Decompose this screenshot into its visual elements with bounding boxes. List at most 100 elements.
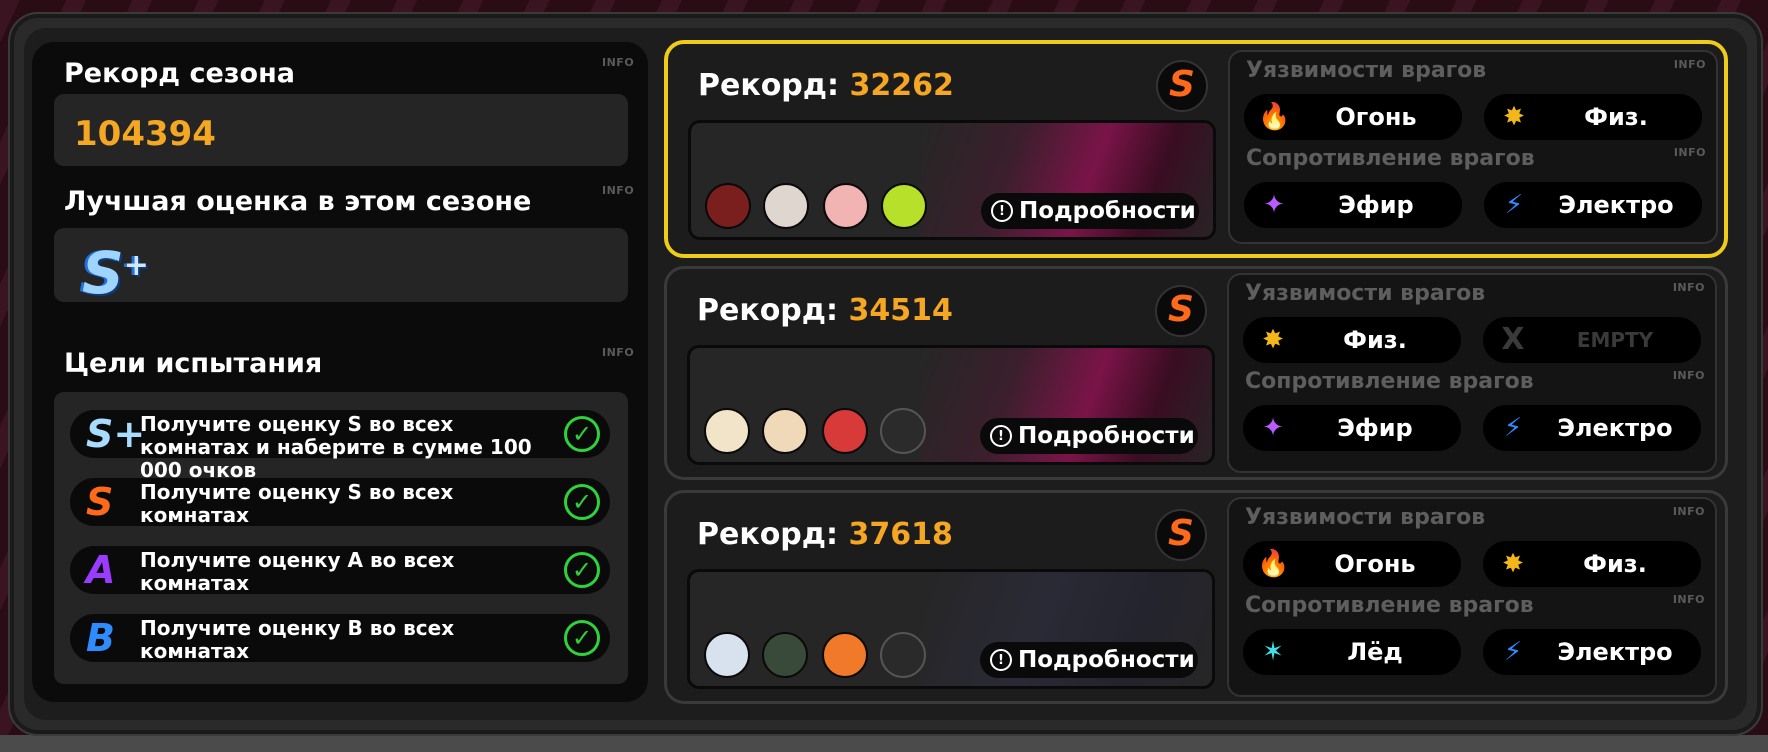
goals-title: Цели испытания (64, 348, 323, 379)
avatar (704, 632, 750, 678)
details-button[interactable]: ! Подробности (981, 193, 1199, 229)
season-summary-panel: Рекорд сезона INFO 104394 Лучшая оценка … (32, 42, 648, 702)
info-button[interactable]: INFO (1674, 146, 1706, 159)
element-name: Физ. (1583, 550, 1647, 578)
rank-s-icon: S (1155, 509, 1207, 561)
info-button[interactable]: INFO (1673, 369, 1705, 382)
weakness-title: Уязвимости врагов (1246, 58, 1487, 83)
physical-icon: ✸ (1262, 325, 1284, 355)
info-button[interactable]: INFO (1673, 281, 1705, 294)
goals-list: S+ Получите оценку S во всех комнатах и … (54, 392, 628, 684)
alert-icon: ! (990, 425, 1012, 447)
best-grade-box: S+ (54, 228, 628, 307)
physical-icon: ✸ (1503, 102, 1525, 132)
details-label: Подробности (1018, 423, 1195, 449)
weakness-pill: 🔥 Огонь (1244, 94, 1462, 140)
avatar (762, 408, 808, 454)
check-icon: ✓ (564, 484, 600, 520)
enemy-elements-panel: Уязвимости врагов INFO 🔥 Огонь ✸ Физ. Со… (1227, 497, 1717, 697)
grade-b-icon: B (86, 616, 115, 660)
details-label: Подробности (1018, 647, 1195, 673)
grade-a-icon: A (86, 548, 116, 592)
grade-splus-icon: S+ (86, 412, 146, 456)
challenge-card-2[interactable]: Рекорд: 34514 S ! Подробности Уязвимости… (664, 266, 1728, 480)
check-icon: ✓ (564, 552, 600, 588)
avatar (762, 632, 808, 678)
season-record-value: 104394 (74, 114, 216, 154)
resistance-pill: ⚡ Электро (1483, 405, 1701, 451)
resistance-pill: ✶ Лёд (1243, 629, 1461, 675)
details-label: Подробности (1019, 198, 1196, 224)
enemy-elements-panel: Уязвимости врагов INFO 🔥 Огонь ✸ Физ. Со… (1228, 50, 1718, 244)
alert-icon: ! (991, 200, 1013, 222)
avatar (822, 408, 868, 454)
goal-text: Получите оценку A во всех комнатах (140, 548, 455, 595)
goal-text: Получите оценку S во всех комнатах (140, 480, 454, 527)
info-button[interactable]: INFO (1673, 505, 1705, 518)
element-name: Лёд (1347, 638, 1403, 666)
element-name: EMPTY (1576, 328, 1654, 352)
electric-icon: ⚡ (1503, 413, 1523, 443)
goal-item: B Получите оценку B во всех комнатах ✓ (70, 614, 610, 663)
goal-text: Получите оценку S во всех комнатах и наб… (140, 412, 532, 482)
weakness-pill: ✸ Физ. (1484, 94, 1702, 140)
element-name: Электро (1557, 638, 1673, 666)
resistance-title: Сопротивление врагов (1246, 146, 1535, 171)
avatar (704, 408, 750, 454)
info-button[interactable]: INFO (1674, 58, 1706, 71)
resistance-title: Сопротивление врагов (1245, 369, 1534, 394)
goal-item: A Получите оценку A во всех комнатах ✓ (70, 546, 610, 595)
element-name: Эфир (1338, 191, 1414, 219)
challenge-card-3[interactable]: Рекорд: 37618 S ! Подробности Уязвимости… (664, 490, 1728, 704)
info-button[interactable]: INFO (1673, 593, 1705, 606)
weakness-title: Уязвимости врагов (1245, 505, 1486, 530)
info-button[interactable]: INFO (602, 346, 634, 359)
weakness-pill: ✸ Физ. (1483, 541, 1701, 587)
fire-icon: 🔥 (1258, 102, 1291, 132)
avatar (881, 183, 927, 229)
avatar (880, 632, 926, 678)
element-name: Огонь (1335, 103, 1417, 131)
details-button[interactable]: ! Подробности (980, 418, 1198, 454)
avatar (880, 408, 926, 454)
grade-splus-icon: S+ (82, 239, 149, 307)
avatar (822, 632, 868, 678)
resistance-pill: ⚡ Электро (1484, 182, 1702, 228)
electric-icon: ⚡ (1503, 637, 1523, 667)
rank-s-icon: S (1155, 285, 1207, 337)
weakness-pill: ✸ Физ. (1243, 317, 1461, 363)
team-box: ! Подробности (687, 345, 1215, 465)
ether-icon: ✦ (1262, 413, 1284, 443)
record-label: Рекорд: 34514 (697, 293, 953, 328)
avatar (763, 183, 809, 229)
goal-item: S+ Получите оценку S во всех комнатах и … (70, 410, 610, 482)
check-icon: ✓ (564, 416, 600, 452)
goal-text: Получите оценку B во всех комнатах (140, 616, 455, 663)
check-icon: ✓ (564, 620, 600, 656)
ether-icon: ✦ (1263, 190, 1285, 220)
resistance-pill: ✦ Эфир (1243, 405, 1461, 451)
challenge-card-1[interactable]: Рекорд: 32262 S ! Подробности Уязвимости… (664, 40, 1728, 258)
weakness-title: Уязвимости врагов (1245, 281, 1486, 306)
weakness-pill: 🔥 Огонь (1243, 541, 1461, 587)
weakness-pill-empty: X EMPTY (1483, 317, 1701, 363)
grade-s-icon: S (86, 480, 114, 524)
season-record-box: 104394 (54, 94, 628, 166)
fire-icon: 🔥 (1257, 549, 1290, 579)
avatar (705, 183, 751, 229)
enemy-elements-panel: Уязвимости врагов INFO ✸ Физ. X EMPTY Со… (1227, 273, 1717, 473)
best-grade-title: Лучшая оценка в этом сезоне (64, 186, 532, 217)
details-button[interactable]: ! Подробности (980, 642, 1198, 678)
element-name: Физ. (1343, 326, 1407, 354)
electric-icon: ⚡ (1504, 190, 1524, 220)
info-button[interactable]: INFO (602, 56, 634, 69)
avatar (823, 183, 869, 229)
team-box: ! Подробности (688, 120, 1216, 240)
team-box: ! Подробности (687, 569, 1215, 689)
info-button[interactable]: INFO (602, 184, 634, 197)
physical-icon: ✸ (1502, 549, 1524, 579)
element-name: Электро (1557, 414, 1673, 442)
element-name: Электро (1558, 191, 1674, 219)
resistance-title: Сопротивление врагов (1245, 593, 1534, 618)
rank-s-icon: S (1156, 60, 1208, 112)
